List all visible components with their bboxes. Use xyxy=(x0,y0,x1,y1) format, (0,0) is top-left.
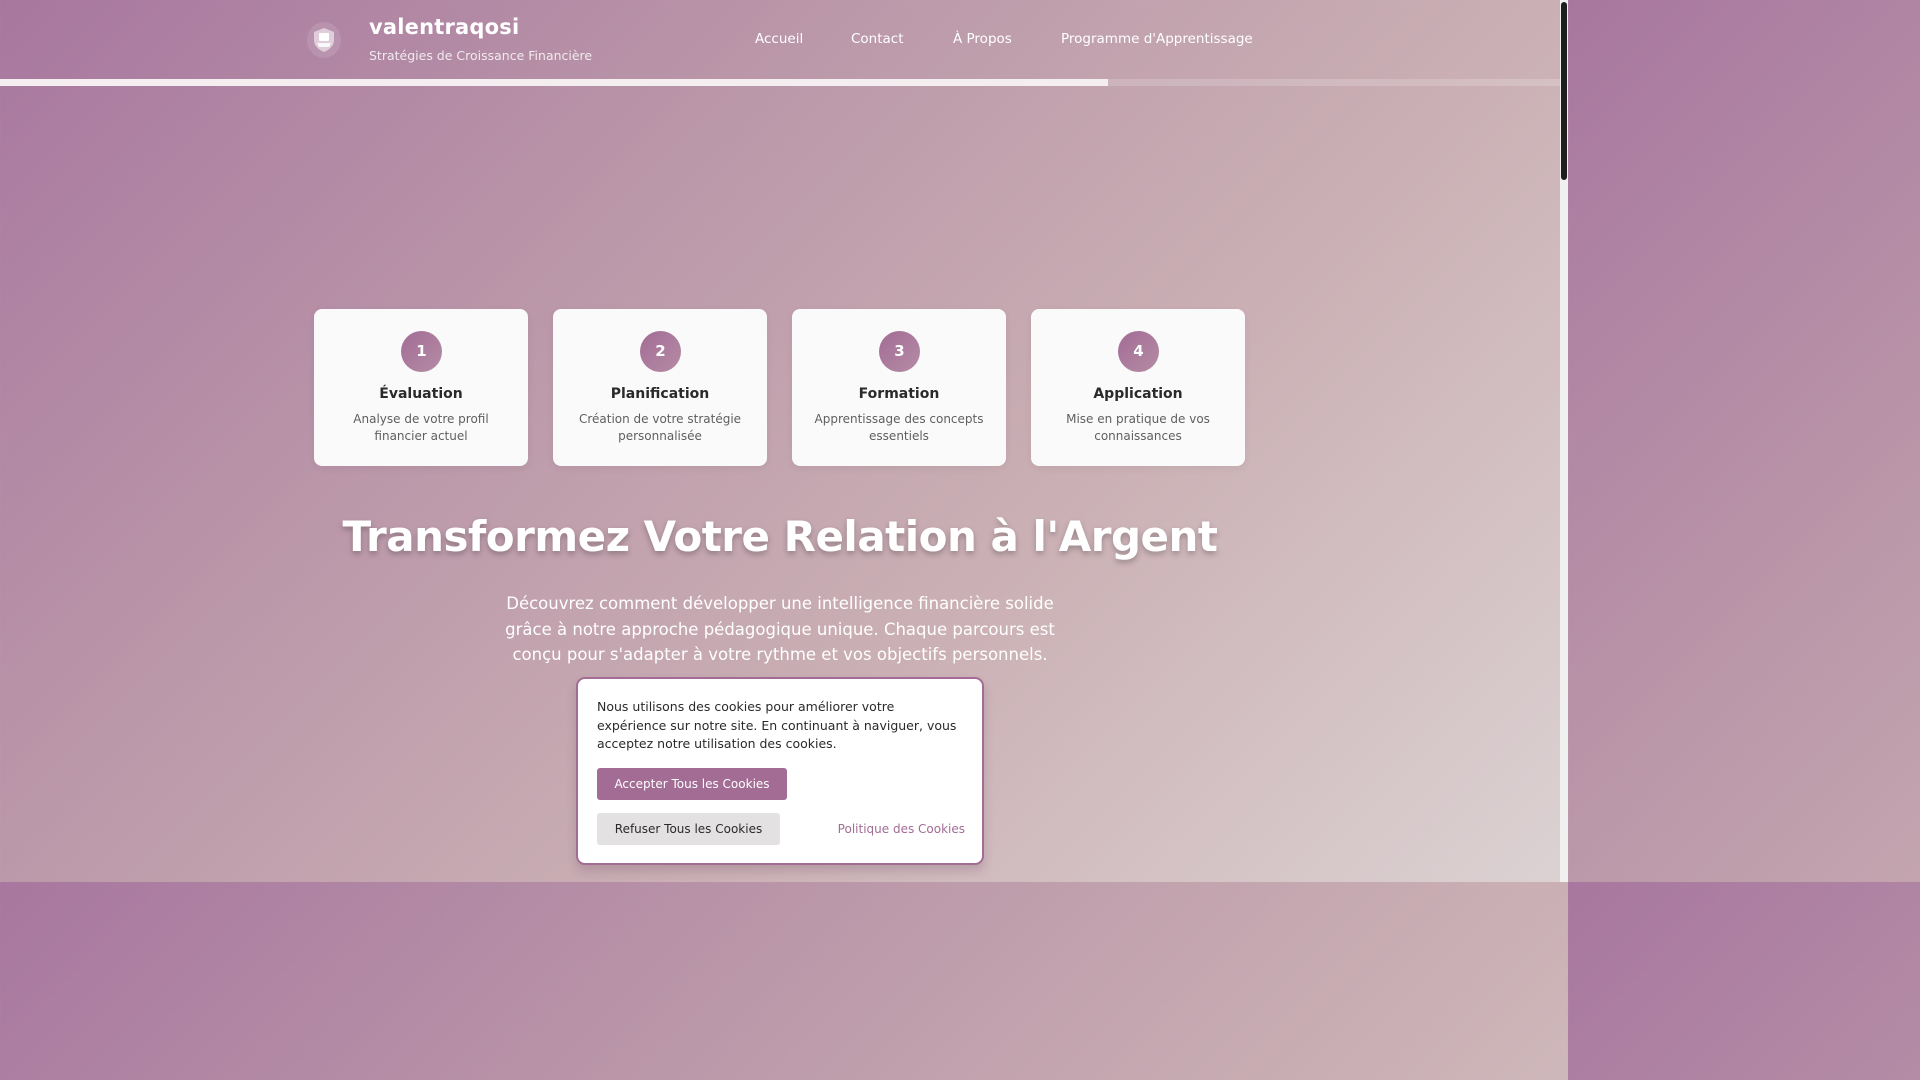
step-number-badge: 1 xyxy=(401,331,442,372)
site-header: valentraqosi Stratégies de Croissance Fi… xyxy=(0,0,1560,79)
nav-link-program[interactable]: Programme d'Apprentissage xyxy=(1061,31,1253,47)
nav-link-home[interactable]: Accueil xyxy=(755,31,803,47)
step-description: Analyse de votre profil financier actuel xyxy=(353,412,489,443)
scroll-progress-bar xyxy=(0,79,1560,86)
cookie-message: Nous utilisons des cookies pour améliore… xyxy=(597,699,957,751)
step-number-badge: 2 xyxy=(640,331,681,372)
step-description: Apprentissage des concepts essentiels xyxy=(814,412,984,443)
step-title: Évaluation xyxy=(379,386,463,402)
cookie-policy-link[interactable]: Politique des Cookies xyxy=(838,822,965,836)
hero-description: Découvrez comment développer une intelli… xyxy=(505,594,1055,664)
brand-name[interactable]: valentraqosi xyxy=(369,15,519,39)
step-title: Formation xyxy=(858,386,940,402)
page-scrollbar[interactable] xyxy=(1560,0,1568,882)
scrollbar-thumb[interactable] xyxy=(1561,2,1567,180)
scroll-progress-fill xyxy=(0,79,1108,86)
step-card-planification: 2 Planification Création de votre straté… xyxy=(553,309,767,466)
shield-icon xyxy=(314,28,334,52)
step-description: Mise en pratique de vos connaissances xyxy=(1066,412,1210,443)
hero-title: Transformez Votre Relation à l'Argent xyxy=(342,512,1218,561)
nav-link-contact[interactable]: Contact xyxy=(851,31,904,47)
brand-tagline: Stratégies de Croissance Financière xyxy=(369,48,593,63)
step-title: Application xyxy=(1093,386,1183,402)
refuse-cookies-button[interactable]: Refuser Tous les Cookies xyxy=(597,813,780,845)
step-title: Planification xyxy=(610,386,710,402)
nav-link-about[interactable]: À Propos xyxy=(953,31,1012,47)
cookie-consent-banner: Nous utilisons des cookies pour améliore… xyxy=(576,677,984,865)
step-description: Création de votre stratégie personnalisé… xyxy=(578,412,742,443)
step-card-formation: 3 Formation Apprentissage des concepts e… xyxy=(792,309,1006,466)
step-number-badge: 4 xyxy=(1118,331,1159,372)
step-number-badge: 3 xyxy=(879,331,920,372)
step-card-application: 4 Application Mise en pratique de vos co… xyxy=(1031,309,1245,466)
accept-cookies-button[interactable]: Accepter Tous les Cookies xyxy=(597,768,787,800)
step-card-evaluation: 1 Évaluation Analyse de votre profil fin… xyxy=(314,309,528,466)
shield-logo-icon[interactable] xyxy=(307,22,341,58)
